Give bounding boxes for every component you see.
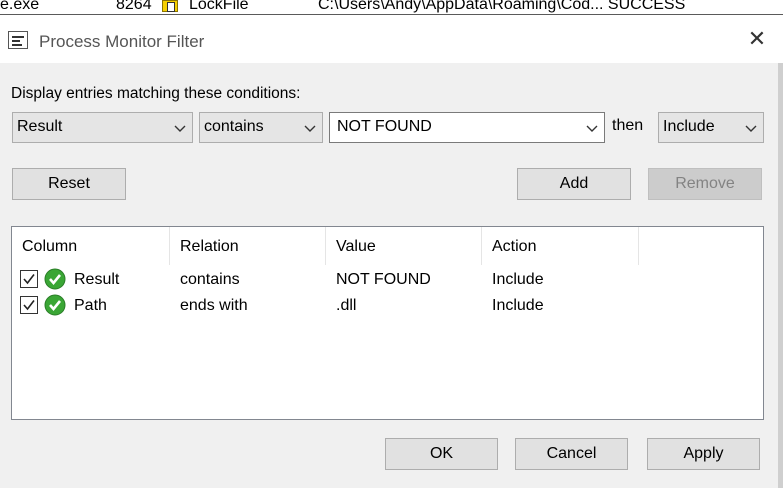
column-select-value: Result <box>17 118 63 135</box>
then-label: then <box>612 117 644 134</box>
chevron-down-icon <box>174 122 186 134</box>
list-item[interactable]: Result contains NOT FOUND Include <box>12 267 763 293</box>
cancel-button[interactable]: Cancel <box>515 438 628 470</box>
remove-button[interactable]: Remove <box>648 168 762 200</box>
value-combobox[interactable]: NOT FOUND <box>329 112 605 143</box>
list-item[interactable]: Path ends with .dll Include <box>12 293 763 319</box>
action-select-value: Include <box>663 118 715 135</box>
column-header-action[interactable]: Action <box>482 227 639 265</box>
row-action: Include <box>492 297 544 314</box>
window-edge <box>778 63 783 488</box>
bg-operation: LockFile <box>189 0 249 13</box>
row-action: Include <box>492 271 544 288</box>
row-column: Result <box>74 271 120 288</box>
column-header-relation[interactable]: Relation <box>170 227 326 265</box>
row-relation: ends with <box>180 297 248 314</box>
row-column: Path <box>74 297 107 314</box>
column-header-column[interactable]: Column <box>12 227 170 265</box>
filter-dialog: Process Monitor Filter ✕ Display entries… <box>0 14 783 488</box>
green-check-icon <box>44 294 66 316</box>
add-button[interactable]: Add <box>517 168 631 200</box>
title-bar[interactable]: Process Monitor Filter ✕ <box>0 15 783 63</box>
chevron-down-icon <box>304 122 316 134</box>
filter-list[interactable]: Column Relation Value Action Result cont… <box>11 226 764 420</box>
green-check-icon <box>44 268 66 290</box>
checkbox-checked-icon[interactable] <box>20 270 38 288</box>
chevron-down-icon <box>745 122 757 134</box>
window-title: Process Monitor Filter <box>39 32 205 51</box>
lock-file-icon <box>162 0 178 12</box>
column-select[interactable]: Result <box>12 112 193 143</box>
conditions-prompt: Display entries matching these condition… <box>11 85 301 102</box>
value-combobox-text: NOT FOUND <box>337 118 432 135</box>
column-header-value[interactable]: Value <box>326 227 482 265</box>
relation-select-value: contains <box>204 118 264 135</box>
row-relation: contains <box>180 271 240 288</box>
row-value: .dll <box>336 297 357 314</box>
list-header: Column Relation Value Action <box>12 227 763 265</box>
close-icon[interactable]: ✕ <box>744 27 770 53</box>
filter-window-icon <box>8 31 28 49</box>
reset-button[interactable]: Reset <box>12 168 126 200</box>
bg-process-name: e.exe <box>0 0 40 13</box>
bg-path-result: C:\Users\Andy\AppData\Roaming\Cod... SUC… <box>318 0 686 13</box>
chevron-down-icon[interactable] <box>586 122 598 134</box>
row-value: NOT FOUND <box>336 271 431 288</box>
checkbox-checked-icon[interactable] <box>20 296 38 314</box>
relation-select[interactable]: contains <box>199 112 323 143</box>
background-event-row: e.exe 8264 LockFile C:\Users\Andy\AppDat… <box>0 0 783 14</box>
bg-pid: 8264 <box>116 0 152 13</box>
apply-button[interactable]: Apply <box>647 438 760 470</box>
ok-button[interactable]: OK <box>385 438 498 470</box>
action-select[interactable]: Include <box>658 112 764 143</box>
